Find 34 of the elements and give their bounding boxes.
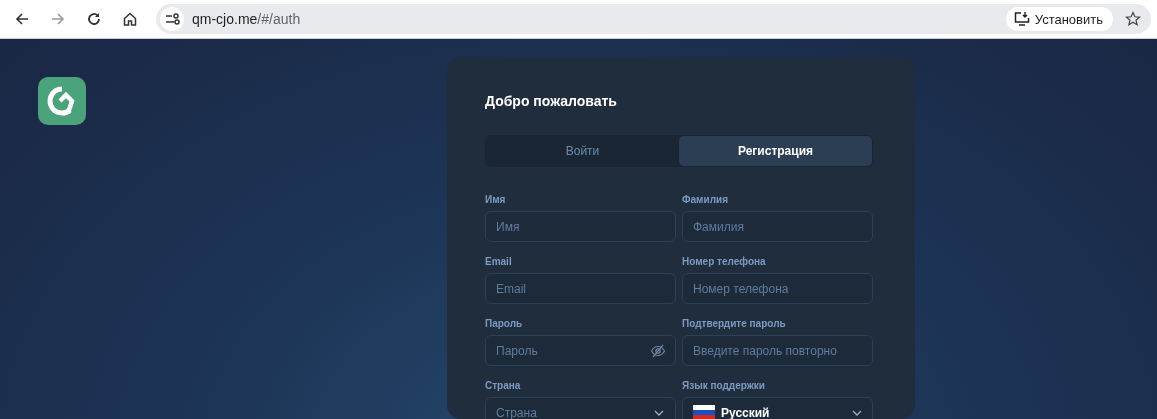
country-dropdown[interactable]: Страна [485, 397, 676, 419]
field-label: Подтвердите пароль [682, 318, 787, 330]
language-dropdown[interactable]: Русский [682, 397, 873, 419]
flag-icon [693, 405, 715, 419]
app-logo-icon [38, 77, 86, 125]
caret-icon [654, 410, 664, 416]
caret-icon [852, 409, 862, 416]
monitor-download-icon [1013, 11, 1030, 27]
eye-off-icon[interactable] [650, 343, 666, 359]
input-field[interactable]: Email [485, 273, 676, 304]
forward-icon[interactable] [50, 11, 66, 27]
field-label: Язык поддержки [682, 380, 766, 392]
back-icon[interactable] [14, 11, 30, 27]
field-label: Имя [485, 194, 507, 206]
password-field[interactable]: Пароль [485, 335, 676, 366]
bookmark-star-icon[interactable] [1125, 11, 1141, 27]
field-label: Номер телефона [682, 256, 767, 268]
tab[interactable]: Регистрация [679, 136, 872, 166]
install-button[interactable]: Установить [1005, 7, 1113, 31]
address-bar[interactable]: qm-cjo.me/#/auth Установить [156, 4, 1151, 34]
input-field[interactable]: Введите пароль повторно [682, 335, 873, 366]
field-label: Страна [485, 380, 522, 392]
field-label: Email [485, 256, 513, 268]
site-settings-icon[interactable] [160, 7, 184, 31]
input-field[interactable]: Номер телефона [682, 273, 873, 304]
field-label: Пароль [485, 318, 524, 330]
card-title: Добро пожаловать [485, 93, 618, 109]
url-text: qm-cjo.me/#/auth [192, 11, 301, 27]
reload-icon[interactable] [86, 11, 102, 27]
input-field[interactable]: Фамилия [682, 211, 873, 242]
tab[interactable]: Войти [486, 136, 679, 166]
home-icon[interactable] [122, 11, 138, 27]
field-label: Фамилия [682, 194, 729, 206]
input-field[interactable]: Имя [485, 211, 676, 242]
